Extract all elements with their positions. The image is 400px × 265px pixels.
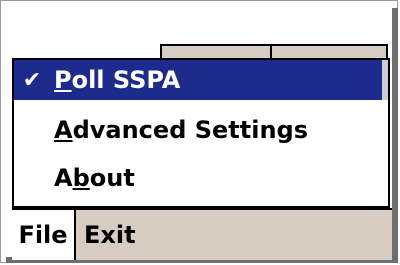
menubar-exit[interactable]: Exit (82, 210, 174, 260)
menubar-file[interactable]: File (12, 210, 76, 260)
file-popup-menu: ✔ Poll SSPA Advanced Settings About (12, 58, 390, 208)
menu-item-advanced-settings[interactable]: Advanced Settings (14, 110, 388, 150)
frame-shadow-right (392, 8, 398, 262)
menu-edge (382, 60, 388, 100)
menu-item-label: Advanced Settings (54, 116, 309, 144)
menu-item-label: Poll SSPA (54, 66, 181, 94)
menu-item-poll-sspa[interactable]: ✔ Poll SSPA (14, 60, 388, 100)
menu-item-label: About (54, 164, 135, 192)
checkmark-icon: ✔ (22, 67, 42, 93)
menu-item-about[interactable]: About (14, 158, 388, 198)
bottom-menu-bar: File Exit (12, 208, 392, 260)
